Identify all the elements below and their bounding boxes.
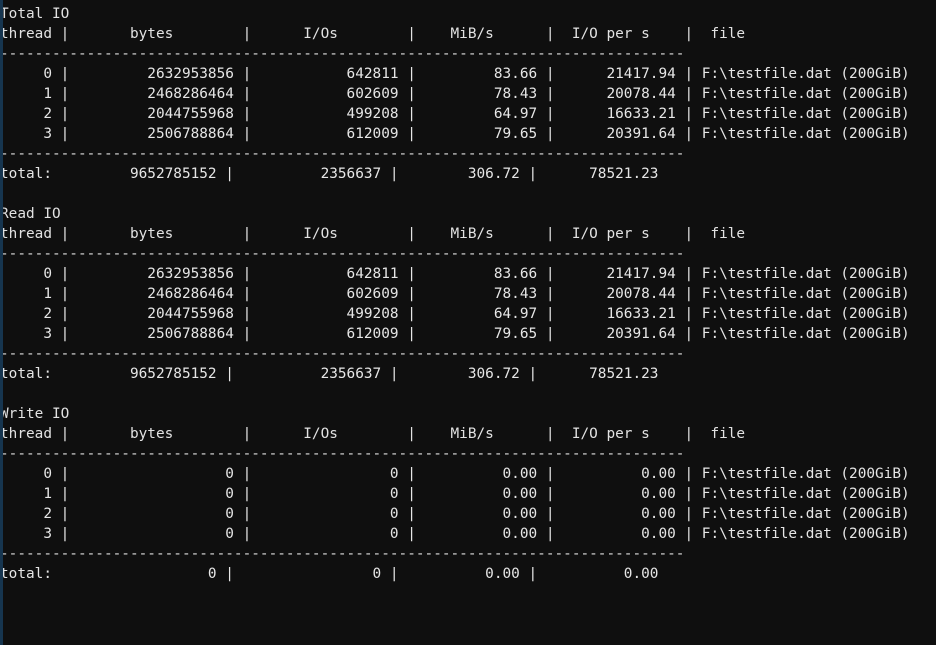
blank-line [0,384,936,404]
table-separator-bottom: ----------------------------------------… [0,144,936,164]
table-total-row: total: 9652785152 | 2356637 | 306.72 | 7… [0,364,936,384]
section-title-write-io: Write IO [0,404,936,424]
section-title-total-io: Total IO [0,4,936,24]
table-separator-top: ----------------------------------------… [0,44,936,64]
table-row: 0 | 0 | 0 | 0.00 | 0.00 | F:\testfile.da… [0,464,936,484]
table-total-row: total: 9652785152 | 2356637 | 306.72 | 7… [0,164,936,184]
table-separator-bottom: ----------------------------------------… [0,544,936,564]
table-row: 1 | 2468286464 | 602609 | 78.43 | 20078.… [0,284,936,304]
table-row: 1 | 2468286464 | 602609 | 78.43 | 20078.… [0,84,936,104]
table-row: 3 | 2506788864 | 612009 | 79.65 | 20391.… [0,324,936,344]
table-header-row: thread | bytes | I/Os | MiB/s | I/O per … [0,224,936,244]
table-separator-top: ----------------------------------------… [0,444,936,464]
terminal-output-text: Total IOthread | bytes | I/Os | MiB/s | … [0,4,936,584]
table-separator-bottom: ----------------------------------------… [0,344,936,364]
table-row: 2 | 0 | 0 | 0.00 | 0.00 | F:\testfile.da… [0,504,936,524]
table-header-row: thread | bytes | I/Os | MiB/s | I/O per … [0,424,936,444]
table-row: 3 | 2506788864 | 612009 | 79.65 | 20391.… [0,124,936,144]
table-row: 3 | 0 | 0 | 0.00 | 0.00 | F:\testfile.da… [0,524,936,544]
table-row: 2 | 2044755968 | 499208 | 64.97 | 16633.… [0,304,936,324]
table-row: 1 | 0 | 0 | 0.00 | 0.00 | F:\testfile.da… [0,484,936,504]
table-row: 2 | 2044755968 | 499208 | 64.97 | 16633.… [0,104,936,124]
table-header-row: thread | bytes | I/Os | MiB/s | I/O per … [0,24,936,44]
table-total-row: total: 0 | 0 | 0.00 | 0.00 [0,564,936,584]
table-row: 0 | 2632953856 | 642811 | 83.66 | 21417.… [0,264,936,284]
section-title-read-io: Read IO [0,204,936,224]
terminal-left-edge-strip [0,0,3,645]
table-separator-top: ----------------------------------------… [0,244,936,264]
blank-line [0,184,936,204]
table-row: 0 | 2632953856 | 642811 | 83.66 | 21417.… [0,64,936,84]
terminal-window: Total IOthread | bytes | I/Os | MiB/s | … [0,0,936,645]
